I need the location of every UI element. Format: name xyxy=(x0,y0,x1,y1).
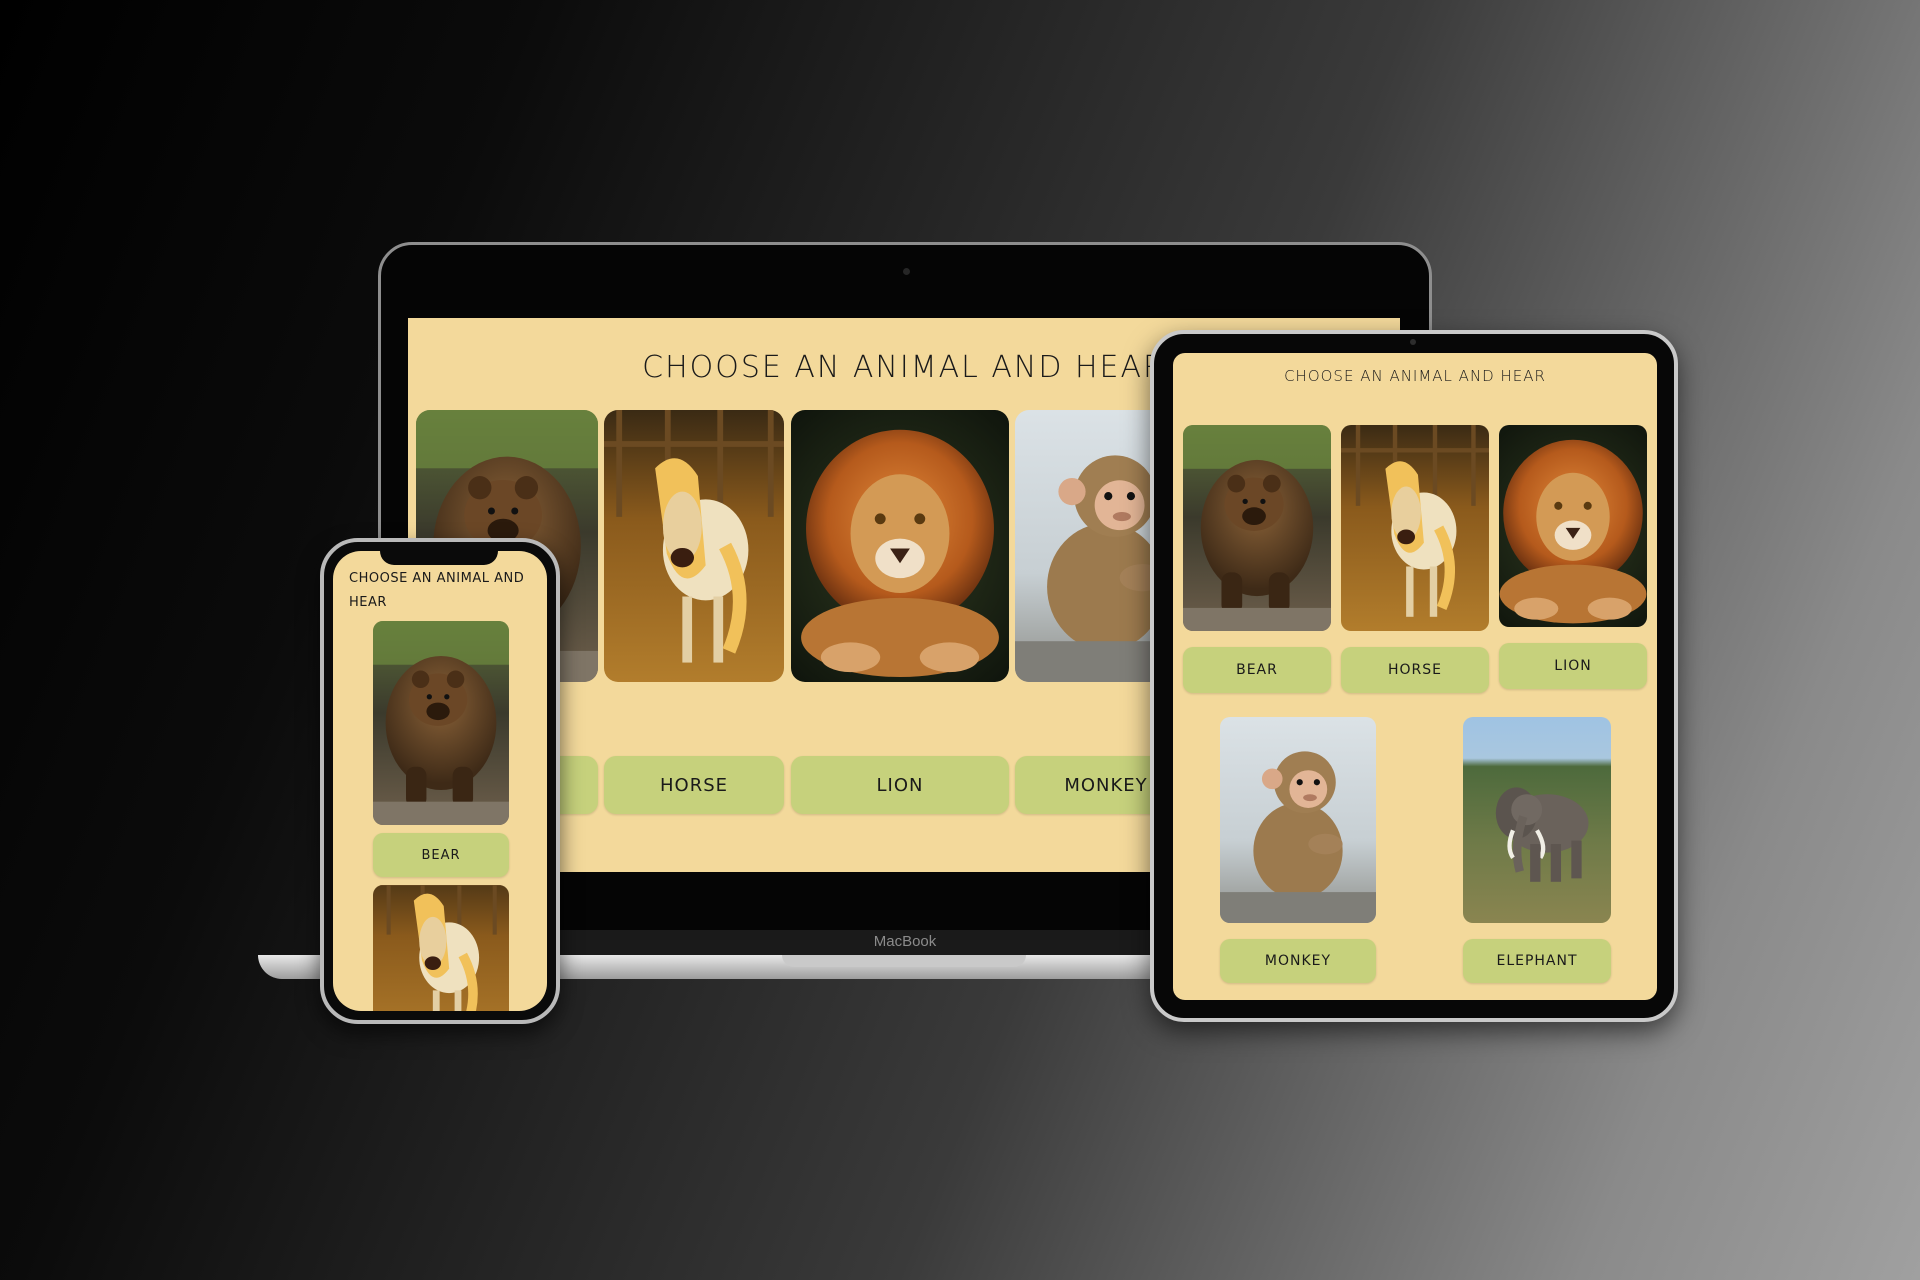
bear-button[interactable]: Bear xyxy=(373,833,509,877)
horse-image xyxy=(604,410,784,682)
animal-card-bear[interactable] xyxy=(373,621,509,825)
elephant-button[interactable]: Elephant xyxy=(1463,939,1611,983)
bear-button[interactable]: Bear xyxy=(1183,647,1331,693)
tablet-camera-icon xyxy=(1410,339,1416,345)
elephant-image xyxy=(1463,717,1611,923)
monkey-button[interactable]: Monkey xyxy=(1220,939,1376,983)
lion-image xyxy=(791,410,1009,682)
animal-card-horse[interactable] xyxy=(604,410,784,682)
animal-card-lion[interactable] xyxy=(1499,425,1647,627)
laptop-brand-label: MacBook xyxy=(873,933,937,950)
horse-image xyxy=(1341,425,1489,631)
laptop-base-notch xyxy=(782,955,1026,967)
bear-image xyxy=(373,621,509,825)
phone-notch xyxy=(380,549,498,565)
page-title-line-2: Hear xyxy=(349,595,387,610)
animal-card-bear[interactable] xyxy=(1183,425,1331,631)
monkey-image xyxy=(1220,717,1376,923)
animal-card-lion[interactable] xyxy=(791,410,1009,682)
lion-button[interactable]: Lion xyxy=(1499,643,1647,689)
lion-button[interactable]: Lion xyxy=(791,756,1009,814)
bear-image xyxy=(1183,425,1331,631)
lion-image xyxy=(1499,425,1647,627)
page-title: Choose An Animal And Hear xyxy=(349,567,539,615)
animal-card-horse[interactable] xyxy=(1341,425,1489,631)
animal-card-elephant[interactable] xyxy=(1463,717,1611,923)
tablet-screen: Choose An Animal And Hear Bear Horse Lio… xyxy=(1173,353,1657,1000)
devices-mockup-scene: Choose An Animal And Hear Horse Lion Mon… xyxy=(0,0,1920,1280)
animal-card-horse[interactable] xyxy=(373,885,509,1011)
horse-image xyxy=(373,885,509,1011)
page-title: Choose An Animal And Hear xyxy=(1284,367,1546,385)
page-title-line-1: Choose An Animal And xyxy=(349,571,525,586)
phone-screen: Choose An Animal And Hear Bear xyxy=(333,551,547,1011)
laptop-camera-icon xyxy=(903,268,910,275)
horse-button[interactable]: Horse xyxy=(1341,647,1489,693)
animal-card-monkey[interactable] xyxy=(1220,717,1376,923)
horse-button[interactable]: Horse xyxy=(604,756,784,814)
